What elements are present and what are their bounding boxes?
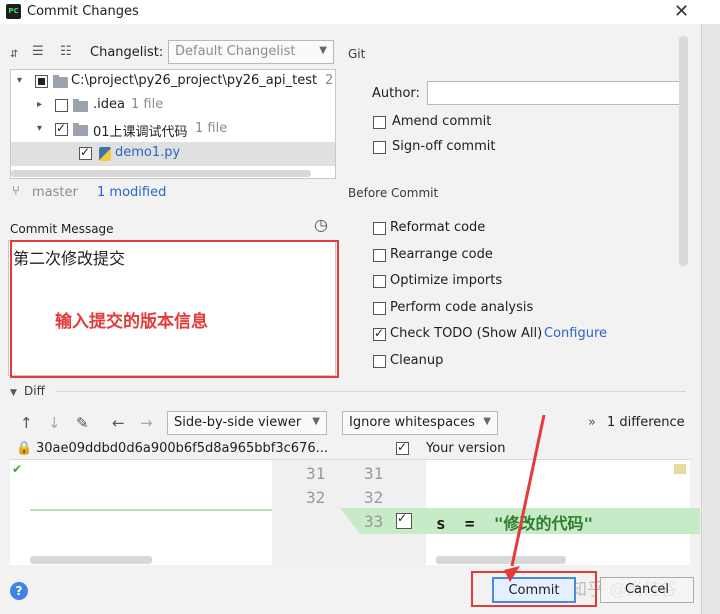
annotation-arrow — [504, 414, 546, 582]
